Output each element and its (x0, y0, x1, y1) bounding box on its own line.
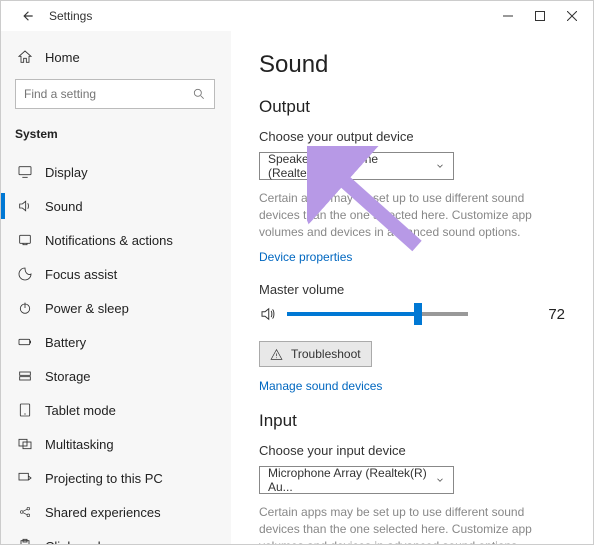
tablet-icon (17, 402, 33, 418)
shared-icon (17, 504, 33, 520)
sidebar-item-label: Display (45, 165, 88, 180)
titlebar: Settings (1, 1, 593, 31)
output-device-properties-link[interactable]: Device properties (259, 250, 565, 264)
home-label: Home (45, 50, 80, 65)
sidebar: Home System Display Sound Notifications … (1, 31, 231, 544)
sidebar-item-label: Power & sleep (45, 301, 129, 316)
back-button[interactable] (19, 7, 37, 25)
clipboard-icon (17, 538, 33, 544)
volume-value: 72 (548, 306, 565, 323)
input-heading: Input (259, 411, 565, 431)
output-device-dropdown[interactable]: Speaker/Headphone (Realtek(R) A... (259, 152, 454, 180)
search-box[interactable] (15, 79, 215, 109)
sidebar-item-power-sleep[interactable]: Power & sleep (15, 291, 217, 325)
sidebar-item-label: Battery (45, 335, 86, 350)
sidebar-item-projecting[interactable]: Projecting to this PC (15, 461, 217, 495)
input-device-value: Microphone Array (Realtek(R) Au... (268, 466, 435, 494)
input-device-dropdown[interactable]: Microphone Array (Realtek(R) Au... (259, 466, 454, 494)
battery-icon (17, 334, 33, 350)
maximize-button[interactable] (525, 4, 555, 28)
sidebar-item-shared-experiences[interactable]: Shared experiences (15, 495, 217, 529)
sidebar-item-label: Tablet mode (45, 403, 116, 418)
output-heading: Output (259, 97, 565, 117)
power-icon (17, 300, 33, 316)
page-title: Sound (259, 51, 565, 79)
search-input[interactable] (24, 87, 184, 101)
notifications-icon (17, 232, 33, 248)
titlebar-left: Settings (7, 7, 92, 25)
category-title: System (15, 127, 217, 141)
sidebar-item-label: Clipboard (45, 539, 101, 545)
volume-slider-fill (287, 312, 418, 316)
body: Home System Display Sound Notifications … (1, 31, 593, 544)
focus-assist-icon (17, 266, 33, 282)
sidebar-item-label: Sound (45, 199, 83, 214)
search-icon (192, 87, 206, 101)
window-controls (493, 4, 587, 28)
output-device-value: Speaker/Headphone (Realtek(R) A... (268, 152, 435, 180)
sidebar-item-label: Focus assist (45, 267, 117, 282)
sidebar-item-label: Storage (45, 369, 91, 384)
sidebar-item-label: Multitasking (45, 437, 114, 452)
sidebar-item-label: Projecting to this PC (45, 471, 163, 486)
sidebar-item-focus-assist[interactable]: Focus assist (15, 257, 217, 291)
sidebar-item-display[interactable]: Display (15, 155, 217, 189)
sidebar-item-storage[interactable]: Storage (15, 359, 217, 393)
manage-sound-devices-link[interactable]: Manage sound devices (259, 379, 565, 393)
sidebar-item-label: Notifications & actions (45, 233, 173, 248)
window-title: Settings (49, 9, 92, 23)
speaker-icon[interactable] (259, 305, 277, 323)
settings-window: Settings Home System (0, 0, 594, 545)
troubleshoot-button[interactable]: Troubleshoot (259, 341, 372, 367)
sidebar-item-clipboard[interactable]: Clipboard (15, 529, 217, 544)
input-hint: Certain apps may be set up to use differ… (259, 504, 559, 544)
input-choose-label: Choose your input device (259, 443, 565, 458)
sidebar-item-notifications[interactable]: Notifications & actions (15, 223, 217, 257)
sidebar-item-sound[interactable]: Sound (15, 189, 217, 223)
home-icon (17, 49, 33, 65)
master-volume-row: 72 (259, 305, 565, 323)
chevron-down-icon (435, 161, 445, 171)
sidebar-item-battery[interactable]: Battery (15, 325, 217, 359)
troubleshoot-label: Troubleshoot (291, 347, 361, 361)
content: Sound Output Choose your output device S… (231, 31, 593, 544)
sidebar-item-multitasking[interactable]: Multitasking (15, 427, 217, 461)
sidebar-item-tablet-mode[interactable]: Tablet mode (15, 393, 217, 427)
warning-icon (270, 348, 283, 361)
close-button[interactable] (557, 4, 587, 28)
chevron-down-icon (435, 475, 445, 485)
minimize-button[interactable] (493, 4, 523, 28)
volume-slider[interactable] (287, 312, 468, 316)
master-volume-label: Master volume (259, 282, 565, 297)
multitasking-icon (17, 436, 33, 452)
storage-icon (17, 368, 33, 384)
volume-slider-thumb[interactable] (414, 303, 422, 325)
output-hint: Certain apps may be set up to use differ… (259, 190, 559, 240)
sound-icon (17, 198, 33, 214)
output-choose-label: Choose your output device (259, 129, 565, 144)
sidebar-item-label: Shared experiences (45, 505, 161, 520)
home-link[interactable]: Home (15, 45, 217, 79)
display-icon (17, 164, 33, 180)
projecting-icon (17, 470, 33, 486)
